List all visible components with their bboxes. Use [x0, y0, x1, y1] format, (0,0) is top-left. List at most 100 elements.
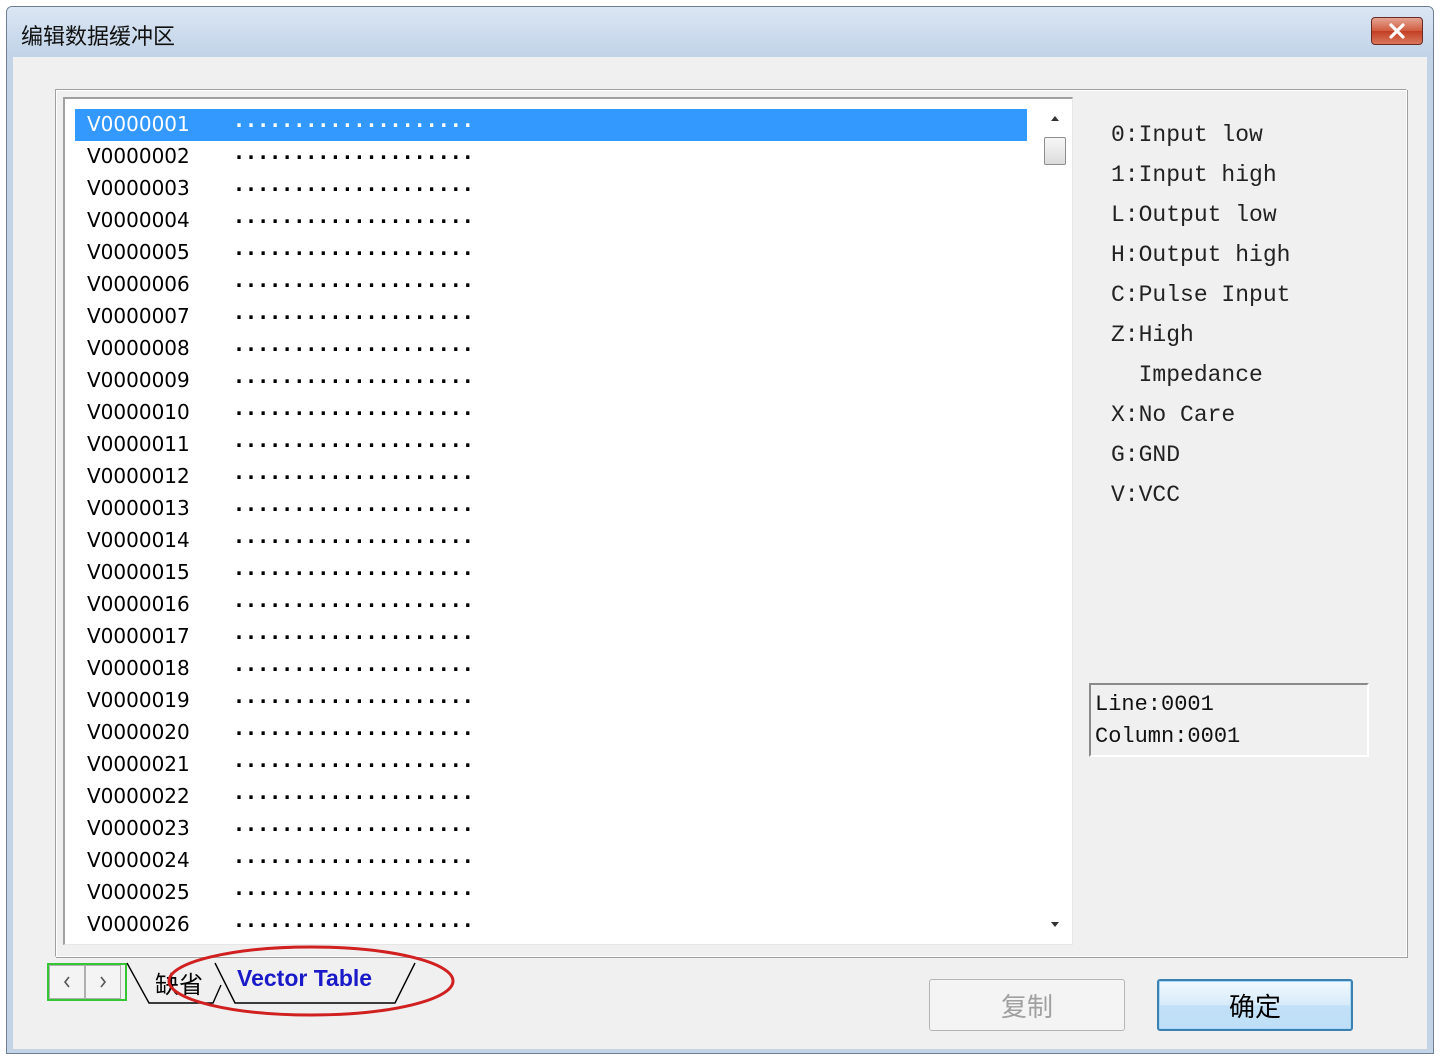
- vector-id: V0000024: [87, 848, 190, 872]
- vector-pattern: ....................: [233, 524, 474, 548]
- vector-pattern: ....................: [233, 844, 474, 868]
- vector-row[interactable]: V0000010....................: [75, 396, 1027, 429]
- vector-row[interactable]: V0000026....................: [75, 908, 1027, 941]
- vector-pattern: ....................: [233, 268, 474, 292]
- vector-row[interactable]: V0000012....................: [75, 460, 1027, 493]
- vector-list[interactable]: V0000001.................... V0000002....…: [63, 97, 1073, 945]
- vector-id: V0000015: [87, 560, 190, 584]
- vector-row[interactable]: V0000023....................: [75, 812, 1027, 845]
- vector-id: V0000023: [87, 816, 190, 840]
- vector-id: V0000017: [87, 624, 190, 648]
- vector-id: V0000020: [87, 720, 190, 744]
- legend-entry: V:VCC: [1111, 482, 1181, 508]
- title-bar[interactable]: 编辑数据缓冲区: [7, 7, 1433, 57]
- vector-pattern: ....................: [233, 876, 474, 900]
- close-button[interactable]: [1371, 17, 1423, 45]
- vector-pattern: ....................: [233, 428, 474, 452]
- vector-row[interactable]: V0000021....................: [75, 748, 1027, 781]
- vector-id: V0000006: [87, 272, 190, 296]
- tab-scroll-right-button[interactable]: [85, 965, 121, 999]
- tab-scroll-left-button[interactable]: [49, 965, 85, 999]
- vector-pattern: ....................: [233, 812, 474, 836]
- vector-pattern: ....................: [233, 908, 474, 932]
- vector-row[interactable]: V0000017....................: [75, 620, 1027, 653]
- ok-button[interactable]: 确定: [1157, 979, 1353, 1031]
- vector-row[interactable]: V0000002....................: [75, 140, 1027, 173]
- vector-row[interactable]: V0000013....................: [75, 492, 1027, 525]
- vector-id: V0000005: [87, 240, 190, 264]
- vector-row[interactable]: V0000025....................: [75, 876, 1027, 909]
- vector-pattern: ....................: [233, 588, 474, 612]
- legend-entry: G:GND: [1111, 442, 1181, 468]
- vector-pattern: ....................: [233, 396, 474, 420]
- vector-row[interactable]: V0000024....................: [75, 844, 1027, 877]
- column-readout: Column:0001: [1095, 724, 1241, 749]
- vector-pattern: ....................: [233, 460, 474, 484]
- vector-row[interactable]: V0000001....................: [75, 108, 1027, 141]
- vector-id: V0000018: [87, 656, 190, 680]
- vector-id: V0000012: [87, 464, 190, 488]
- vector-row[interactable]: V0000007....................: [75, 300, 1027, 333]
- window-title: 编辑数据缓冲区: [21, 25, 176, 50]
- vector-pattern: ....................: [233, 300, 474, 324]
- chevron-left-icon: [63, 976, 70, 988]
- vector-id: V0000016: [87, 592, 190, 616]
- vector-pattern: ....................: [233, 108, 474, 132]
- vector-pattern: ....................: [233, 492, 474, 516]
- cursor-position-box: Line:0001 Column:0001: [1089, 683, 1369, 757]
- vector-id: V0000002: [87, 144, 190, 168]
- dialog-client-area: V0000001.................... V0000002....…: [13, 57, 1427, 1049]
- legend-entry: 0:Input low: [1111, 122, 1263, 148]
- vector-row[interactable]: V0000006....................: [75, 268, 1027, 301]
- vector-row[interactable]: V0000004....................: [75, 204, 1027, 237]
- vector-row[interactable]: V0000008....................: [75, 332, 1027, 365]
- vector-row[interactable]: V0000018....................: [75, 652, 1027, 685]
- vector-id: V0000001: [87, 112, 190, 136]
- vector-id: V0000010: [87, 400, 190, 424]
- scroll-down-button[interactable]: [1038, 910, 1072, 940]
- line-readout: Line:0001: [1095, 692, 1214, 717]
- vector-id: V0000003: [87, 176, 190, 200]
- vector-pattern: ....................: [233, 332, 474, 356]
- vector-row[interactable]: V0000014....................: [75, 524, 1027, 557]
- legend-entry: X:No Care: [1111, 402, 1236, 428]
- vector-pattern: ....................: [233, 620, 474, 644]
- scroll-thumb[interactable]: [1044, 137, 1066, 165]
- vector-row[interactable]: V0000015....................: [75, 556, 1027, 589]
- vector-id: V0000026: [87, 912, 190, 936]
- vector-pattern: ....................: [233, 172, 474, 196]
- legend-entry: C:Pulse Input: [1111, 282, 1291, 308]
- vector-row[interactable]: V0000011....................: [75, 428, 1027, 461]
- vector-row[interactable]: V0000020....................: [75, 716, 1027, 749]
- vector-pattern: ....................: [233, 140, 474, 164]
- vector-row[interactable]: V0000003....................: [75, 172, 1027, 205]
- vector-id: V0000004: [87, 208, 190, 232]
- legend-entry: 1:Input high: [1111, 162, 1277, 188]
- vector-row[interactable]: V0000016....................: [75, 588, 1027, 621]
- copy-button[interactable]: 复制: [929, 979, 1125, 1031]
- vector-id: V0000011: [87, 432, 190, 456]
- scroll-up-button[interactable]: [1038, 103, 1072, 133]
- tab-vector-table[interactable]: Vector Table: [237, 965, 372, 992]
- vector-pattern: ....................: [233, 652, 474, 676]
- legend-entry: Z:High: [1111, 322, 1194, 348]
- vector-pattern: ....................: [233, 236, 474, 260]
- legend-entry: L:Output low: [1111, 202, 1277, 228]
- tab-scroll-nav: [47, 963, 127, 1001]
- vertical-scrollbar[interactable]: [1038, 99, 1072, 944]
- edit-buffer-dialog: 编辑数据缓冲区 V0000001.................... V000…: [6, 6, 1434, 1054]
- vector-row[interactable]: V0000005....................: [75, 236, 1027, 269]
- vector-pattern: ....................: [233, 780, 474, 804]
- vector-id: V0000014: [87, 528, 190, 552]
- vector-id: V0000013: [87, 496, 190, 520]
- vector-row[interactable]: V0000022....................: [75, 780, 1027, 813]
- vector-id: V0000007: [87, 304, 190, 328]
- tab-default[interactable]: 缺省: [155, 965, 203, 1000]
- vector-row[interactable]: V0000009....................: [75, 364, 1027, 397]
- legend-entry: Impedance: [1111, 362, 1263, 388]
- vector-row[interactable]: V0000019....................: [75, 684, 1027, 717]
- chevron-right-icon: [100, 976, 107, 988]
- state-legend: 0:Input low 1:Input high L:Output low H:Out…: [1111, 115, 1290, 515]
- vector-pattern: ....................: [233, 556, 474, 580]
- vector-pattern: ....................: [233, 684, 474, 708]
